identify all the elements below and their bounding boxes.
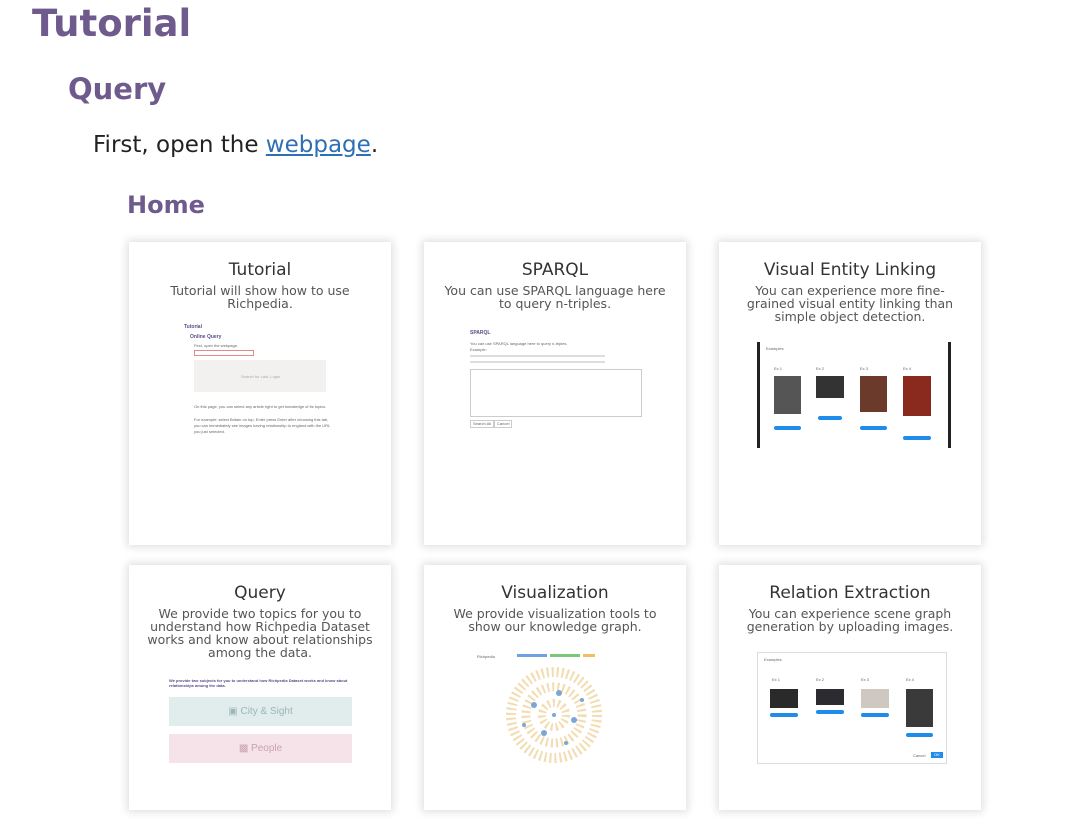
thumb-button-label: City & Sight (240, 706, 293, 717)
card-description: You can use SPARQL language here to quer… (444, 283, 666, 311)
card-relation-extraction[interactable]: Relation Extraction You can experience s… (719, 565, 981, 810)
thumb-legend-swatch (517, 654, 547, 657)
thumb-ok-button: OK (931, 752, 943, 758)
card-thumbnail: SPARQL You can use SPARQL language here … (468, 327, 644, 432)
thumb-photo (774, 376, 801, 414)
card-description: You can experience more fine-grained vis… (746, 283, 954, 324)
thumb-example-label: Ex 2 (816, 366, 825, 371)
thumb-heading: SPARQL (470, 330, 491, 336)
thumb-example-label: Ex 4 (903, 366, 912, 371)
thumb-highlight (194, 350, 254, 356)
thumb-box-text: Search for Last, Login (241, 374, 281, 379)
card-description: We provide visualization tools to show o… (453, 606, 657, 634)
thumb-photo (903, 376, 931, 416)
card-title: Query (234, 583, 286, 603)
thumb-cancel-button: Cancel (913, 753, 926, 758)
thumb-heading: Tutorial (184, 324, 202, 330)
thumb-button-label: People (251, 743, 283, 754)
thumb-people-button: ▩ People (169, 734, 352, 763)
thumb-blue-button (770, 713, 798, 717)
webpage-link[interactable]: webpage (266, 132, 371, 158)
card-description: Tutorial will show how to use Richpedia. (170, 283, 350, 311)
thumb-blue-button (818, 416, 842, 420)
thumb-blue-button (860, 426, 887, 430)
card-sparql[interactable]: SPARQL You can use SPARQL language here … (424, 242, 686, 545)
intro-period: . (370, 132, 379, 158)
thumb-example-label: Ex 4 (906, 677, 915, 682)
thumb-subheading: Online Query (190, 334, 222, 340)
page-title: Tutorial (32, 2, 192, 45)
thumb-line: Example: (470, 347, 487, 352)
card-title: SPARQL (521, 260, 589, 280)
thumb-photo (861, 689, 889, 708)
intro-paragraph: First, open the webpage. (93, 132, 378, 158)
thumb-search-button: Search All (470, 420, 495, 428)
card-title: Relation Extraction (769, 583, 931, 603)
thumb-legend-swatch (550, 654, 580, 657)
section-heading-query: Query (68, 72, 167, 106)
person-icon: ▩ (238, 743, 249, 754)
card-title: Visualization (501, 583, 609, 603)
card-title: Visual Entity Linking (763, 260, 937, 280)
thumb-line: First, open the webpage. (194, 343, 239, 348)
thumb-blue-button (903, 436, 931, 440)
thumb-city-sight-button: ▣ City & Sight (169, 697, 352, 726)
thumb-example-label: Ex 3 (861, 677, 870, 682)
thumb-legend-swatch (583, 654, 595, 657)
thumb-blue-button (906, 733, 933, 737)
thumb-example-label: Ex 1 (772, 677, 781, 682)
subsection-heading-home: Home (127, 191, 205, 219)
thumb-note: On this page, you can select any article… (194, 404, 327, 409)
card-description: You can experience scene graph generatio… (746, 606, 954, 634)
thumb-photo (860, 376, 887, 412)
thumb-query-textarea (470, 369, 642, 417)
card-thumbnail: Examples Ex 1 Ex 2 Ex 3 Ex 4 Cancel OK (757, 652, 947, 764)
card-description: We provide two topics for you to underst… (147, 606, 373, 660)
thumb-cancel-button: Cancel (494, 420, 513, 428)
thumb-blue-button (774, 426, 801, 430)
thumb-line: We provide two subjects for you to under… (169, 678, 348, 688)
thumb-dialog-header: Examples (764, 657, 782, 662)
thumb-example-label: Ex 1 (774, 366, 783, 371)
thumb-graph (506, 667, 602, 763)
intro-text: First, open the (93, 132, 266, 158)
thumb-photo (816, 689, 844, 705)
thumb-photo (770, 689, 798, 708)
card-visualization[interactable]: Visualization We provide visualization t… (424, 565, 686, 810)
thumb-dialog-header: Examples (766, 346, 784, 351)
card-tutorial[interactable]: Tutorial Tutorial will show how to use R… (129, 242, 391, 545)
thumb-photo (816, 376, 844, 398)
card-title: Tutorial (228, 260, 292, 280)
thumb-note: For example: select Britain on top, Ente… (194, 417, 331, 434)
thumb-brand: Richpedia (477, 654, 495, 659)
card-thumbnail: Tutorial Online Query First, open the we… (179, 322, 349, 434)
thumb-query-line (470, 361, 605, 363)
image-icon: ▣ (228, 706, 238, 717)
thumb-query-line (470, 355, 605, 357)
card-thumbnail: Examples Ex 1 Ex 2 Ex 3 Ex 4 (757, 342, 951, 448)
thumb-example-label: Ex 3 (860, 366, 869, 371)
thumb-photo (906, 689, 933, 727)
thumb-example-label: Ex 2 (816, 677, 825, 682)
thumb-blue-button (861, 713, 889, 717)
card-query[interactable]: Query We provide two topics for you to u… (129, 565, 391, 810)
thumb-blue-button (816, 710, 844, 714)
card-visual-entity-linking[interactable]: Visual Entity Linking You can experience… (719, 242, 981, 545)
